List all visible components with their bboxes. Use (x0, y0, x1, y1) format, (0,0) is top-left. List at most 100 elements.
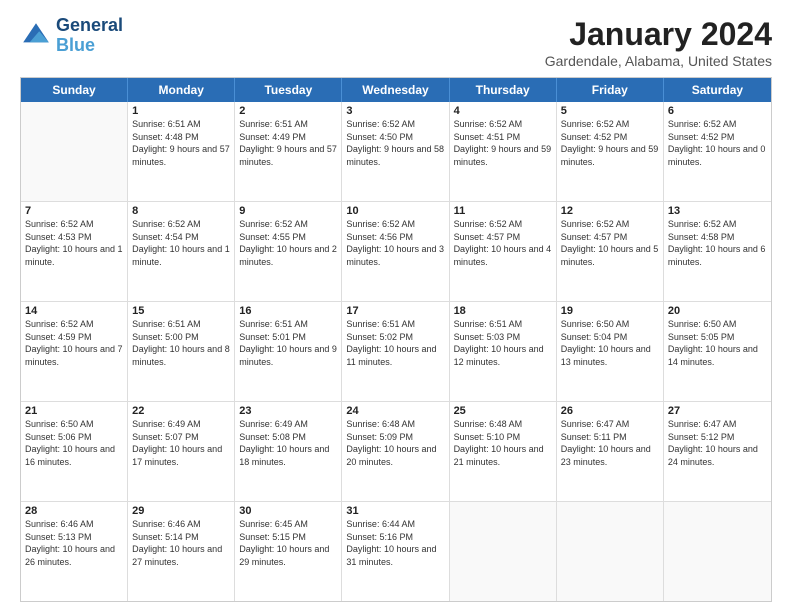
location: Gardendale, Alabama, United States (545, 53, 772, 69)
day-number: 19 (561, 305, 659, 317)
header-thursday: Thursday (450, 78, 557, 102)
day-number: 24 (346, 405, 444, 417)
day-number: 12 (561, 205, 659, 217)
calendar-row-2: 14Sunrise: 6:52 AM Sunset: 4:59 PM Dayli… (21, 302, 771, 402)
calendar-cell-r3-c3: 24Sunrise: 6:48 AM Sunset: 5:09 PM Dayli… (342, 402, 449, 501)
calendar-cell-r2-c2: 16Sunrise: 6:51 AM Sunset: 5:01 PM Dayli… (235, 302, 342, 401)
day-number: 4 (454, 105, 552, 117)
day-number: 17 (346, 305, 444, 317)
day-info: Sunrise: 6:52 AM Sunset: 4:58 PM Dayligh… (668, 218, 767, 268)
calendar: Sunday Monday Tuesday Wednesday Thursday… (20, 77, 772, 602)
month-title: January 2024 (545, 16, 772, 53)
header-sunday: Sunday (21, 78, 128, 102)
day-info: Sunrise: 6:47 AM Sunset: 5:11 PM Dayligh… (561, 418, 659, 468)
day-info: Sunrise: 6:51 AM Sunset: 5:02 PM Dayligh… (346, 318, 444, 368)
day-info: Sunrise: 6:45 AM Sunset: 5:15 PM Dayligh… (239, 518, 337, 568)
calendar-cell-r1-c1: 8Sunrise: 6:52 AM Sunset: 4:54 PM Daylig… (128, 202, 235, 301)
day-number: 21 (25, 405, 123, 417)
day-info: Sunrise: 6:44 AM Sunset: 5:16 PM Dayligh… (346, 518, 444, 568)
day-number: 22 (132, 405, 230, 417)
day-number: 20 (668, 305, 767, 317)
header: General Blue January 2024 Gardendale, Al… (20, 16, 772, 69)
calendar-cell-r4-c2: 30Sunrise: 6:45 AM Sunset: 5:15 PM Dayli… (235, 502, 342, 601)
day-number: 11 (454, 205, 552, 217)
day-number: 14 (25, 305, 123, 317)
day-info: Sunrise: 6:51 AM Sunset: 4:49 PM Dayligh… (239, 118, 337, 168)
header-tuesday: Tuesday (235, 78, 342, 102)
day-info: Sunrise: 6:52 AM Sunset: 4:57 PM Dayligh… (454, 218, 552, 268)
day-number: 6 (668, 105, 767, 117)
calendar-row-0: 1Sunrise: 6:51 AM Sunset: 4:48 PM Daylig… (21, 102, 771, 202)
calendar-cell-r3-c1: 22Sunrise: 6:49 AM Sunset: 5:07 PM Dayli… (128, 402, 235, 501)
day-info: Sunrise: 6:49 AM Sunset: 5:07 PM Dayligh… (132, 418, 230, 468)
calendar-cell-r0-c6: 6Sunrise: 6:52 AM Sunset: 4:52 PM Daylig… (664, 102, 771, 201)
calendar-cell-r0-c3: 3Sunrise: 6:52 AM Sunset: 4:50 PM Daylig… (342, 102, 449, 201)
logo-line2: Blue (56, 36, 123, 56)
day-info: Sunrise: 6:52 AM Sunset: 4:54 PM Dayligh… (132, 218, 230, 268)
day-info: Sunrise: 6:50 AM Sunset: 5:06 PM Dayligh… (25, 418, 123, 468)
logo-text: General Blue (56, 16, 123, 56)
calendar-cell-r4-c5 (557, 502, 664, 601)
day-info: Sunrise: 6:52 AM Sunset: 4:57 PM Dayligh… (561, 218, 659, 268)
day-info: Sunrise: 6:51 AM Sunset: 5:03 PM Dayligh… (454, 318, 552, 368)
day-info: Sunrise: 6:52 AM Sunset: 4:55 PM Dayligh… (239, 218, 337, 268)
day-number: 27 (668, 405, 767, 417)
day-number: 31 (346, 505, 444, 517)
day-info: Sunrise: 6:52 AM Sunset: 4:53 PM Dayligh… (25, 218, 123, 268)
day-number: 25 (454, 405, 552, 417)
header-friday: Friday (557, 78, 664, 102)
logo-icon (20, 20, 52, 52)
calendar-cell-r3-c2: 23Sunrise: 6:49 AM Sunset: 5:08 PM Dayli… (235, 402, 342, 501)
day-number: 15 (132, 305, 230, 317)
day-number: 23 (239, 405, 337, 417)
calendar-cell-r2-c6: 20Sunrise: 6:50 AM Sunset: 5:05 PM Dayli… (664, 302, 771, 401)
calendar-cell-r2-c1: 15Sunrise: 6:51 AM Sunset: 5:00 PM Dayli… (128, 302, 235, 401)
calendar-body: 1Sunrise: 6:51 AM Sunset: 4:48 PM Daylig… (21, 102, 771, 601)
day-number: 28 (25, 505, 123, 517)
day-number: 16 (239, 305, 337, 317)
calendar-cell-r2-c3: 17Sunrise: 6:51 AM Sunset: 5:02 PM Dayli… (342, 302, 449, 401)
page: General Blue January 2024 Gardendale, Al… (0, 0, 792, 612)
calendar-cell-r3-c0: 21Sunrise: 6:50 AM Sunset: 5:06 PM Dayli… (21, 402, 128, 501)
header-wednesday: Wednesday (342, 78, 449, 102)
header-monday: Monday (128, 78, 235, 102)
day-info: Sunrise: 6:52 AM Sunset: 4:51 PM Dayligh… (454, 118, 552, 168)
calendar-cell-r4-c4 (450, 502, 557, 601)
calendar-row-4: 28Sunrise: 6:46 AM Sunset: 5:13 PM Dayli… (21, 502, 771, 601)
calendar-cell-r0-c0 (21, 102, 128, 201)
calendar-row-1: 7Sunrise: 6:52 AM Sunset: 4:53 PM Daylig… (21, 202, 771, 302)
calendar-cell-r0-c4: 4Sunrise: 6:52 AM Sunset: 4:51 PM Daylig… (450, 102, 557, 201)
calendar-cell-r1-c6: 13Sunrise: 6:52 AM Sunset: 4:58 PM Dayli… (664, 202, 771, 301)
day-info: Sunrise: 6:51 AM Sunset: 5:00 PM Dayligh… (132, 318, 230, 368)
day-number: 5 (561, 105, 659, 117)
calendar-row-3: 21Sunrise: 6:50 AM Sunset: 5:06 PM Dayli… (21, 402, 771, 502)
title-block: January 2024 Gardendale, Alabama, United… (545, 16, 772, 69)
calendar-cell-r0-c1: 1Sunrise: 6:51 AM Sunset: 4:48 PM Daylig… (128, 102, 235, 201)
day-info: Sunrise: 6:52 AM Sunset: 4:52 PM Dayligh… (668, 118, 767, 168)
day-info: Sunrise: 6:52 AM Sunset: 4:59 PM Dayligh… (25, 318, 123, 368)
day-info: Sunrise: 6:50 AM Sunset: 5:04 PM Dayligh… (561, 318, 659, 368)
calendar-cell-r2-c0: 14Sunrise: 6:52 AM Sunset: 4:59 PM Dayli… (21, 302, 128, 401)
day-number: 7 (25, 205, 123, 217)
day-number: 13 (668, 205, 767, 217)
day-number: 29 (132, 505, 230, 517)
day-info: Sunrise: 6:47 AM Sunset: 5:12 PM Dayligh… (668, 418, 767, 468)
day-info: Sunrise: 6:46 AM Sunset: 5:13 PM Dayligh… (25, 518, 123, 568)
calendar-cell-r4-c6 (664, 502, 771, 601)
calendar-cell-r3-c6: 27Sunrise: 6:47 AM Sunset: 5:12 PM Dayli… (664, 402, 771, 501)
calendar-cell-r3-c5: 26Sunrise: 6:47 AM Sunset: 5:11 PM Dayli… (557, 402, 664, 501)
logo-line1: General (56, 16, 123, 36)
day-number: 26 (561, 405, 659, 417)
day-info: Sunrise: 6:48 AM Sunset: 5:09 PM Dayligh… (346, 418, 444, 468)
day-info: Sunrise: 6:50 AM Sunset: 5:05 PM Dayligh… (668, 318, 767, 368)
day-info: Sunrise: 6:46 AM Sunset: 5:14 PM Dayligh… (132, 518, 230, 568)
calendar-cell-r0-c5: 5Sunrise: 6:52 AM Sunset: 4:52 PM Daylig… (557, 102, 664, 201)
day-number: 9 (239, 205, 337, 217)
day-info: Sunrise: 6:52 AM Sunset: 4:56 PM Dayligh… (346, 218, 444, 268)
day-number: 2 (239, 105, 337, 117)
day-number: 10 (346, 205, 444, 217)
calendar-cell-r4-c0: 28Sunrise: 6:46 AM Sunset: 5:13 PM Dayli… (21, 502, 128, 601)
calendar-cell-r4-c3: 31Sunrise: 6:44 AM Sunset: 5:16 PM Dayli… (342, 502, 449, 601)
calendar-cell-r1-c4: 11Sunrise: 6:52 AM Sunset: 4:57 PM Dayli… (450, 202, 557, 301)
header-saturday: Saturday (664, 78, 771, 102)
